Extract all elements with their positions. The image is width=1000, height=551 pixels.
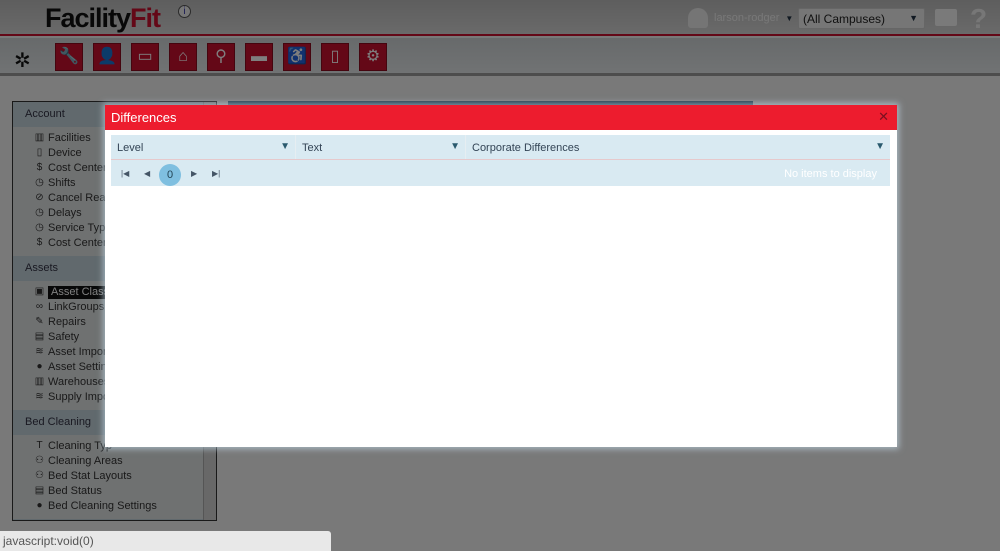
prev-page-icon[interactable]: ◀ [144,169,150,178]
first-page-icon[interactable]: |◀ [121,169,129,178]
column-level[interactable]: Level ▼ [111,135,296,159]
last-page-icon[interactable]: ▶| [212,169,220,178]
page-number[interactable]: 0 [159,164,181,186]
column-corporate-differences[interactable]: Corporate Differences ▼ [466,135,890,159]
status-bar: javascript:void(0) [0,531,331,551]
filter-icon[interactable]: ▼ [450,141,460,152]
grid-header: Level ▼ Text ▼ Corporate Differences ▼ [111,135,890,160]
grid-pager: |◀ ◀ 0 ▶ ▶| No items to display [111,160,890,186]
close-icon[interactable]: ✕ [878,109,889,125]
column-text[interactable]: Text ▼ [296,135,466,159]
dialog-title-bar: Differences ✕ [105,105,897,130]
filter-icon[interactable]: ▼ [875,141,885,152]
next-page-icon[interactable]: ▶ [191,169,197,178]
differences-grid: Level ▼ Text ▼ Corporate Differences ▼ |◀ ◀… [111,135,890,186]
filter-icon[interactable]: ▼ [280,141,290,152]
differences-dialog: Differences ✕ Level ▼ Text ▼ Corporate Diff… [105,105,897,447]
empty-message: No items to display [784,168,877,180]
dialog-title: Differences [111,110,177,125]
